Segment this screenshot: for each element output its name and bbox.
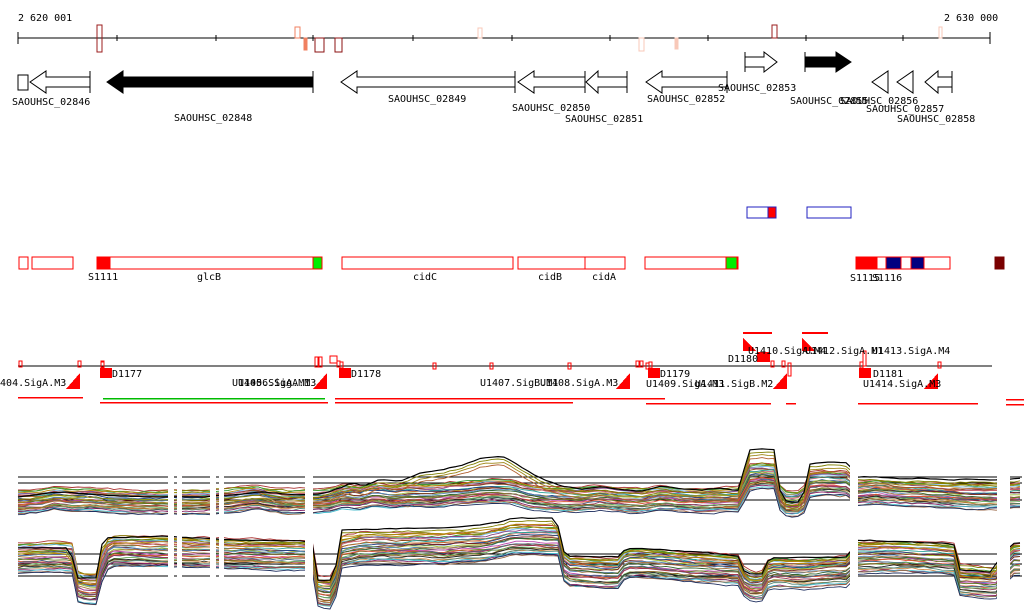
operon-label: glcB [197, 272, 221, 283]
tu-label: U1404.SigA.M3 [0, 378, 66, 389]
tu-extent-line [646, 403, 771, 405]
ruler-feature-mark[interactable] [303, 37, 308, 51]
operon-segment[interactable] [725, 256, 738, 270]
ruler-feature-mark[interactable] [771, 24, 778, 39]
data-gap [850, 446, 858, 611]
tu-extent-line [100, 402, 328, 404]
tu-mark-pole[interactable] [787, 362, 792, 377]
operon-box[interactable] [31, 256, 74, 270]
tu-label: U1414.SigA.M3 [863, 379, 941, 390]
operon-box[interactable] [18, 256, 29, 270]
operon-box[interactable] [584, 256, 626, 270]
operon-segment[interactable] [910, 256, 925, 270]
data-gap [305, 446, 313, 611]
tu-span-line[interactable] [802, 332, 828, 334]
tu-extent-line [786, 403, 796, 405]
tu-label: D1178 [351, 369, 381, 380]
gene-label: SAOUHSC_02851 [565, 114, 643, 125]
operon-box[interactable] [341, 256, 514, 270]
genome-browser: 2 620 001 2 630 000 SAOUHSC_02846 SAOUHSC… [0, 0, 1024, 611]
gene-track: SAOUHSC_02846 SAOUHSC_02848 SAOUHSC_02849 S… [12, 50, 975, 125]
gene-feature-box[interactable] [17, 74, 29, 91]
data-gap [177, 446, 182, 611]
gene-arrow-SAOUHSC_02851[interactable] [585, 69, 628, 95]
operon-segment[interactable] [885, 256, 902, 270]
gene-arrow-SAOUHSC_02852[interactable] [645, 70, 728, 94]
tu-label: D1180 [728, 354, 758, 365]
operon-box[interactable] [96, 256, 323, 270]
tu-extent-line [18, 397, 83, 399]
gene-arrow-SAOUHSC_02858[interactable] [924, 69, 953, 95]
tu-label: U1413.SigA.M4 [872, 346, 950, 357]
tu-extent-line [335, 402, 573, 404]
operon-segment[interactable] [855, 256, 878, 270]
tu-label: D1177 [112, 369, 142, 380]
data-gap [219, 446, 224, 611]
tu-start-flag[interactable] [859, 368, 871, 378]
tu-extent-line [1006, 399, 1024, 401]
gene-arrow-SAOUHSC_02850[interactable] [517, 70, 586, 94]
ruler-feature-mark[interactable] [477, 27, 483, 39]
gene-arrow-SAOUHSC_02846[interactable] [29, 70, 91, 94]
ruler-feature-mark[interactable] [314, 37, 325, 53]
tu-label: U1408.SigA.M3 [540, 378, 618, 389]
tu-mark-pole[interactable] [937, 361, 942, 369]
ruler-feature-mark[interactable] [334, 37, 343, 53]
gene-label: SAOUHSC_02846 [12, 97, 90, 108]
data-gap [168, 446, 174, 611]
data-gap [210, 446, 216, 611]
gene-arrow-SAOUHSC_02857[interactable] [896, 70, 914, 94]
tu-extent-line [1006, 404, 1024, 406]
predicted-operon-box[interactable] [806, 206, 852, 219]
tu-start-flag[interactable] [648, 368, 660, 378]
gene-arrow-SAOUHSC_02848[interactable] [106, 70, 314, 94]
operon-segment[interactable] [312, 256, 323, 270]
ruler-feature-mark[interactable] [638, 37, 645, 52]
gene-label: SAOUHSC_02850 [512, 103, 590, 114]
gene-arrow-SAOUHSC_02856[interactable] [871, 70, 889, 94]
browser-canvas: SAOUHSC_02846 SAOUHSC_02848 SAOUHSC_02849 S… [0, 24, 1024, 611]
tu-start-flag[interactable] [339, 368, 351, 378]
transcription-unit-track: U1410.SigA.M4U1412.SigA.M1U1413.SigA.M4D… [0, 332, 1024, 406]
tu-start-flag[interactable] [100, 368, 112, 378]
tu-span-line[interactable] [743, 332, 772, 334]
operon-box[interactable] [644, 256, 739, 270]
gene-arrow-SAOUHSC_02853[interactable] [744, 50, 778, 74]
operon-label: S1116 [872, 273, 902, 284]
operon-label: cidB [538, 272, 562, 283]
gene-label: SAOUHSC_02858 [897, 114, 975, 125]
operon-label: cidA [592, 272, 616, 283]
ruler-feature-mark[interactable] [674, 37, 679, 50]
data-gap [997, 446, 1010, 611]
gene-label: SAOUHSC_02849 [388, 94, 466, 105]
ruler-feature-mark[interactable] [294, 26, 301, 39]
tu-extent-line [858, 403, 978, 405]
tu-label: U1411.SigB.M2 [695, 379, 773, 390]
operon-segment[interactable] [96, 256, 111, 270]
gene-label: SAOUHSC_02853 [718, 83, 796, 94]
operon-label: cidC [413, 272, 437, 283]
operon-box[interactable] [994, 256, 1005, 270]
operon-track: S1111 glcB cidC cidB cidA S1115S1116 [18, 256, 1005, 284]
predicted-operon-segment[interactable] [767, 206, 777, 219]
tu-label: U1406.SigA.M3 [238, 378, 316, 389]
predicted-operon-track [746, 206, 852, 219]
tu-mark-pole[interactable] [329, 355, 338, 364]
expression-profile-track [17, 446, 1022, 611]
operon-label: S1111 [88, 272, 118, 283]
tu-extent-line [335, 398, 665, 400]
tu-terminator-triangle[interactable] [773, 373, 787, 389]
operon-box[interactable] [517, 256, 586, 270]
gene-arrow-SAOUHSC_02849[interactable] [340, 70, 516, 94]
gene-arrow-SAOUHSC_02855[interactable] [804, 51, 852, 73]
ruler-feature-mark[interactable] [938, 26, 943, 39]
gene-label: SAOUHSC_02852 [647, 94, 725, 105]
ruler-track [17, 24, 991, 53]
gene-label: SAOUHSC_02848 [174, 113, 252, 124]
tu-extent-line [103, 398, 325, 400]
tu-terminator-triangle[interactable] [66, 373, 80, 389]
